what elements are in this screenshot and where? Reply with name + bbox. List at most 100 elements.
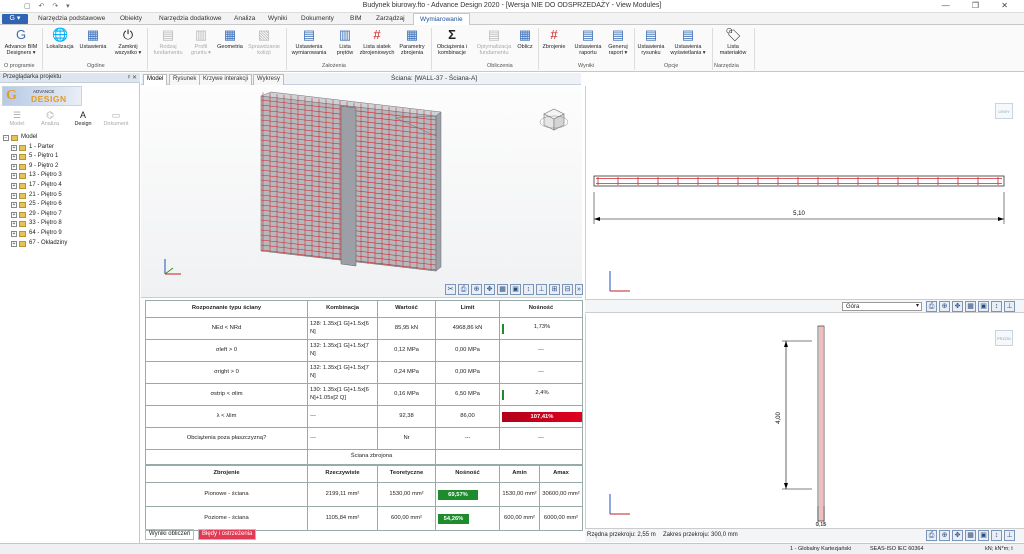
units[interactable]: kN; kN*m; t	[985, 546, 1013, 552]
pan-icon[interactable]: ✥	[952, 301, 963, 312]
more-icon[interactable]: »	[575, 284, 583, 295]
ustawienia-rysunku-button[interactable]: ▤ Ustawienia rysunku	[636, 27, 666, 56]
tab-rysunek[interactable]: Rysunek	[169, 74, 201, 85]
expand-icon[interactable]: +	[11, 154, 17, 161]
print-icon[interactable]: ⎙	[926, 530, 937, 541]
advance-bim-designers-button[interactable]: G Advance BIM Designers ▾	[2, 27, 40, 56]
expand-icon[interactable]: +	[11, 192, 17, 199]
expand-icon[interactable]: +	[11, 182, 17, 189]
expand-icon[interactable]: +	[11, 144, 17, 151]
tree-root[interactable]: − Model	[2, 134, 138, 144]
3d-view[interactable]	[141, 86, 582, 298]
lista-materialow-button[interactable]: 🏷 Lista materiałów	[716, 27, 750, 56]
tab-bim[interactable]: BIM	[350, 15, 362, 22]
render-icon[interactable]: ▣	[978, 530, 989, 541]
ustawienia-button[interactable]: ▦ Ustawienia	[77, 27, 109, 50]
tree-item[interactable]: +13 - Piętro 3	[2, 172, 138, 182]
coordinate-system[interactable]: 1 - Globalny Kartezjański	[790, 546, 851, 552]
file-menu-button[interactable]: G ▾	[2, 14, 28, 24]
tree-item[interactable]: +9 - Piętro 2	[2, 163, 138, 173]
expand-icon[interactable]: +	[11, 163, 17, 170]
zoom-icon[interactable]: ⊕	[939, 301, 950, 312]
navigation-cube[interactable]	[536, 106, 569, 134]
lokalizacja-button[interactable]: 🌐 Lokalizacja	[45, 27, 75, 50]
expand-icon[interactable]: +	[11, 173, 17, 180]
lista-pretow-button[interactable]: ▥ Lista prętów	[332, 27, 358, 56]
expand-icon[interactable]: +	[11, 230, 17, 237]
mode-design[interactable]: A Design	[68, 110, 98, 127]
top-plan-view[interactable]: LEWY 5,10	[585, 86, 1024, 299]
render-icon[interactable]: ▣	[978, 301, 989, 312]
grid-icon[interactable]: ▦	[965, 301, 976, 312]
pan-icon[interactable]: ✥	[484, 284, 495, 295]
tab-wykresy[interactable]: Wykresy	[253, 74, 284, 85]
tree-item[interactable]: +5 - Piętro 1	[2, 153, 138, 163]
tab-wyniki-obliczen[interactable]: Wyniki obliczeń	[145, 529, 195, 540]
view-direction-select[interactable]: Góra	[842, 302, 922, 311]
print-icon[interactable]: ⎙	[458, 284, 469, 295]
ustawienia-wymiarowania-button[interactable]: ▤ Ustawienia wymiarowania	[289, 27, 329, 56]
parametry-zbrojenia-button[interactable]: ▦ Parametry zbrojenia	[396, 27, 428, 56]
expand-icon[interactable]: +	[11, 202, 17, 209]
dimension-icon[interactable]: ↕	[991, 530, 1002, 541]
zoom-icon[interactable]: ⊕	[939, 530, 950, 541]
measure-icon[interactable]: ⊥	[536, 284, 547, 295]
mode-dokument[interactable]: ▭ Dokument	[101, 110, 131, 127]
render-icon[interactable]: ▣	[510, 284, 521, 295]
expand-icon[interactable]: +	[11, 240, 17, 247]
window-controls[interactable]: — ❐ ✕	[942, 1, 1018, 10]
tab-narzedzia-podstawowe[interactable]: Narzędzia podstawowe	[38, 15, 105, 22]
tab-krzywe-interakcji[interactable]: Krzywe interakcji	[199, 74, 253, 85]
tab-wyniki[interactable]: Wyniki	[268, 15, 287, 22]
rodzaj-fundamentu-button[interactable]: ▤ Rodzaj fundamentu	[152, 27, 184, 56]
geometria-button[interactable]: ▦ Geometria	[216, 27, 244, 50]
zamknij-wszystko-button[interactable]: ⏻ Zamknij wszystko ▾	[112, 27, 144, 56]
elevation-view[interactable]: PRZÓD 4,00 0,15	[585, 314, 1024, 528]
dimension-icon[interactable]: ↕	[991, 301, 1002, 312]
lista-siatek-button[interactable]: # Lista siatek zbrojeniowych	[359, 27, 395, 56]
tab-narzedzia-dodatkowe[interactable]: Narzędzia dodatkowe	[159, 15, 222, 22]
expand-icon[interactable]: +	[11, 211, 17, 218]
measure-icon[interactable]: ⊥	[1004, 301, 1015, 312]
tab-obiekty[interactable]: Obiekty	[120, 15, 142, 22]
optymalizacja-button[interactable]: ▤ Optymalizacja fundamentu	[474, 27, 514, 56]
navcube-top[interactable]: LEWY	[995, 103, 1013, 119]
mode-model[interactable]: ☰ Model	[2, 110, 32, 127]
tree-item[interactable]: +25 - Piętro 6	[2, 201, 138, 211]
tree-item[interactable]: +29 - Piętro 7	[2, 211, 138, 221]
ustawienia-raportu-button[interactable]: ▤ Ustawienia raportu	[572, 27, 604, 56]
expand-icon[interactable]: +	[11, 221, 17, 228]
dimension-icon[interactable]: ↕	[523, 284, 534, 295]
navcube-front[interactable]: PRZÓD	[995, 330, 1013, 346]
select-icon[interactable]: ✂	[445, 284, 456, 295]
tree-item[interactable]: +67 - Okładziny	[2, 240, 138, 250]
section-icon[interactable]: ⊞	[549, 284, 560, 295]
tree-item[interactable]: +21 - Piętro 5	[2, 192, 138, 202]
sprawdzanie-kolizji-button[interactable]: ▧ Sprawdzanie kolizji	[246, 27, 282, 56]
mode-analiza[interactable]: ⌬ Analiza	[35, 110, 65, 127]
print-icon[interactable]: ⎙	[926, 301, 937, 312]
scale-icon[interactable]: ⊟	[562, 284, 573, 295]
collapse-icon[interactable]: −	[3, 135, 9, 141]
oblicz-button[interactable]: ▦ Oblicz	[515, 27, 535, 50]
tree-item[interactable]: +64 - Piętro 9	[2, 230, 138, 240]
zbrojenie-button[interactable]: # Zbrojenie	[540, 27, 568, 50]
tab-bledy-ostrzezenia[interactable]: Błędy i ostrzeżenia	[198, 529, 257, 540]
ustawienia-wyswietlania-button[interactable]: ▤ Ustawienia wyświetlania ▾	[668, 27, 708, 56]
tab-wymiarowanie[interactable]: Wymiarowanie	[413, 13, 470, 25]
generuj-raport-button[interactable]: ▤ Generuj raport ▾	[605, 27, 631, 56]
pan-icon[interactable]: ✥	[952, 530, 963, 541]
measure-icon[interactable]: ⊥	[1004, 530, 1015, 541]
grid-icon[interactable]: ▦	[497, 284, 508, 295]
tab-zarzadzaj[interactable]: Zarządzaj	[376, 15, 405, 22]
tree-item[interactable]: +1 - Parter	[2, 144, 138, 154]
tree-item[interactable]: +33 - Piętro 8	[2, 220, 138, 230]
tab-analiza[interactable]: Analiza	[234, 15, 255, 22]
panel-close-icon[interactable]: ᵖ ✕	[128, 74, 137, 81]
obciazenia-button[interactable]: Σ Obciążenia i kombinacje	[433, 27, 471, 56]
tree-item[interactable]: +17 - Piętro 4	[2, 182, 138, 192]
chevron-down-icon[interactable]: ▾	[916, 302, 919, 309]
tab-model-view[interactable]: Model	[143, 74, 168, 85]
zoom-icon[interactable]: ⊕	[471, 284, 482, 295]
profil-gruntu-button[interactable]: ▥ Profil gruntu ▾	[188, 27, 214, 56]
